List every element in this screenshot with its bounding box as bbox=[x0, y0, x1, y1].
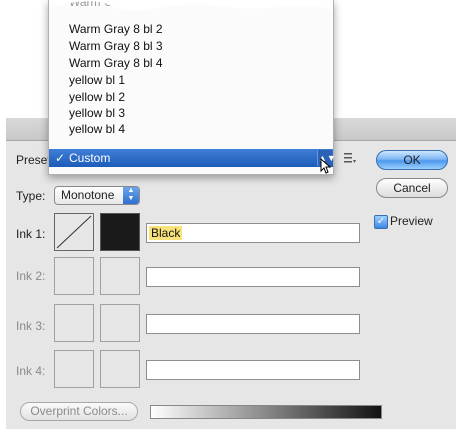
ink-3-curve-box[interactable] bbox=[54, 304, 94, 342]
preview-checkbox[interactable]: ✓ bbox=[374, 215, 388, 229]
ink-2-color-swatch[interactable] bbox=[100, 257, 140, 295]
preset-dropdown-menu: Warm Gray 8 bl 1 Warm Gray 8 bl 2 Warm G… bbox=[48, 0, 336, 175]
ink-2-name-field[interactable] bbox=[146, 267, 360, 287]
type-label: Type: bbox=[16, 189, 46, 203]
menu-partial-item: Warm Gray 8 bl 1 bbox=[49, 0, 333, 14]
ink-4-name-field[interactable] bbox=[146, 360, 360, 380]
ok-button[interactable]: OK bbox=[376, 150, 448, 170]
ink-1-name: Black bbox=[149, 226, 183, 240]
ink-1-color-swatch[interactable] bbox=[100, 213, 140, 251]
stepper-arrows-icon: ▲ ▼ bbox=[123, 187, 139, 204]
type-value: Monotone bbox=[61, 188, 115, 202]
ink-3-label: Ink 3: bbox=[16, 319, 46, 333]
ink-1-curve-box[interactable] bbox=[54, 213, 94, 251]
gradient-preview-bar bbox=[150, 405, 382, 419]
menu-item[interactable]: yellow bl 4 bbox=[69, 122, 125, 136]
overprint-colors-button[interactable]: Overprint Colors... bbox=[20, 402, 138, 421]
pointer-cursor-icon bbox=[320, 158, 332, 174]
ink-4-color-swatch[interactable] bbox=[100, 350, 140, 388]
ink-4-curve-box[interactable] bbox=[54, 350, 94, 388]
torn-edge bbox=[49, 0, 333, 14]
ink-1-name-field[interactable]: Black bbox=[146, 223, 360, 243]
menu-item[interactable]: Warm Gray 8 bl 3 bbox=[69, 39, 163, 53]
menu-item-label: Custom bbox=[69, 151, 111, 165]
ink-1-label: Ink 1: bbox=[16, 227, 46, 241]
ink-3-name-field[interactable] bbox=[146, 314, 360, 334]
cancel-button[interactable]: Cancel bbox=[376, 178, 448, 198]
menu-item[interactable]: Warm Gray 8 bl 4 bbox=[69, 56, 163, 70]
list-options-icon[interactable] bbox=[344, 152, 356, 164]
menu-item[interactable]: yellow bl 2 bbox=[69, 90, 125, 104]
type-select[interactable]: Monotone ▲ ▼ bbox=[54, 186, 140, 205]
ink-2-label: Ink 2: bbox=[16, 269, 46, 283]
ink-4-label: Ink 4: bbox=[16, 364, 46, 378]
menu-item[interactable]: yellow bl 1 bbox=[69, 73, 125, 87]
preset-label: Preset bbox=[16, 153, 51, 167]
curve-diagonal-icon bbox=[56, 215, 92, 249]
menu-item[interactable]: yellow bl 3 bbox=[69, 106, 125, 120]
menu-item[interactable]: Warm Gray 8 bl 2 bbox=[69, 22, 163, 36]
ink-3-color-swatch[interactable] bbox=[100, 304, 140, 342]
menu-item-custom-selected[interactable]: ✓ Custom bbox=[49, 149, 333, 167]
checkmark-icon: ✓ bbox=[55, 151, 66, 165]
preview-label: Preview bbox=[390, 214, 433, 228]
ink-2-curve-box[interactable] bbox=[54, 257, 94, 295]
